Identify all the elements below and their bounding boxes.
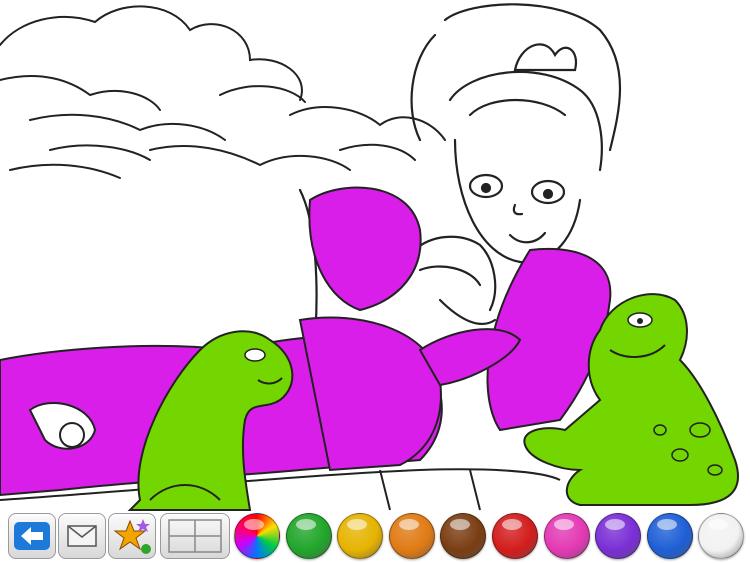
- gallery-button[interactable]: [160, 513, 230, 559]
- color-swatch-rainbow[interactable]: [234, 513, 280, 559]
- stickers-button[interactable]: [108, 513, 156, 559]
- grid-icon: [168, 519, 222, 553]
- back-arrow-icon: [14, 522, 50, 550]
- color-swatch-pink[interactable]: [543, 513, 590, 559]
- back-button[interactable]: [8, 513, 56, 559]
- color-swatch-red[interactable]: [492, 513, 538, 559]
- color-swatch-brown[interactable]: [440, 513, 487, 559]
- color-swatch-orange[interactable]: [388, 513, 435, 559]
- color-swatch-white[interactable]: [698, 513, 745, 559]
- color-swatch-purple[interactable]: [595, 513, 642, 559]
- envelope-icon: [67, 525, 97, 547]
- bottom-toolbar: [0, 510, 750, 563]
- star-icon: [113, 519, 151, 554]
- email-button[interactable]: [58, 513, 106, 559]
- color-swatch-green[interactable]: [285, 513, 332, 559]
- color-swatch-blue[interactable]: [646, 513, 693, 559]
- coloring-app: [0, 0, 750, 563]
- color-swatch-yellow[interactable]: [337, 513, 384, 559]
- coloring-canvas[interactable]: [0, 0, 750, 563]
